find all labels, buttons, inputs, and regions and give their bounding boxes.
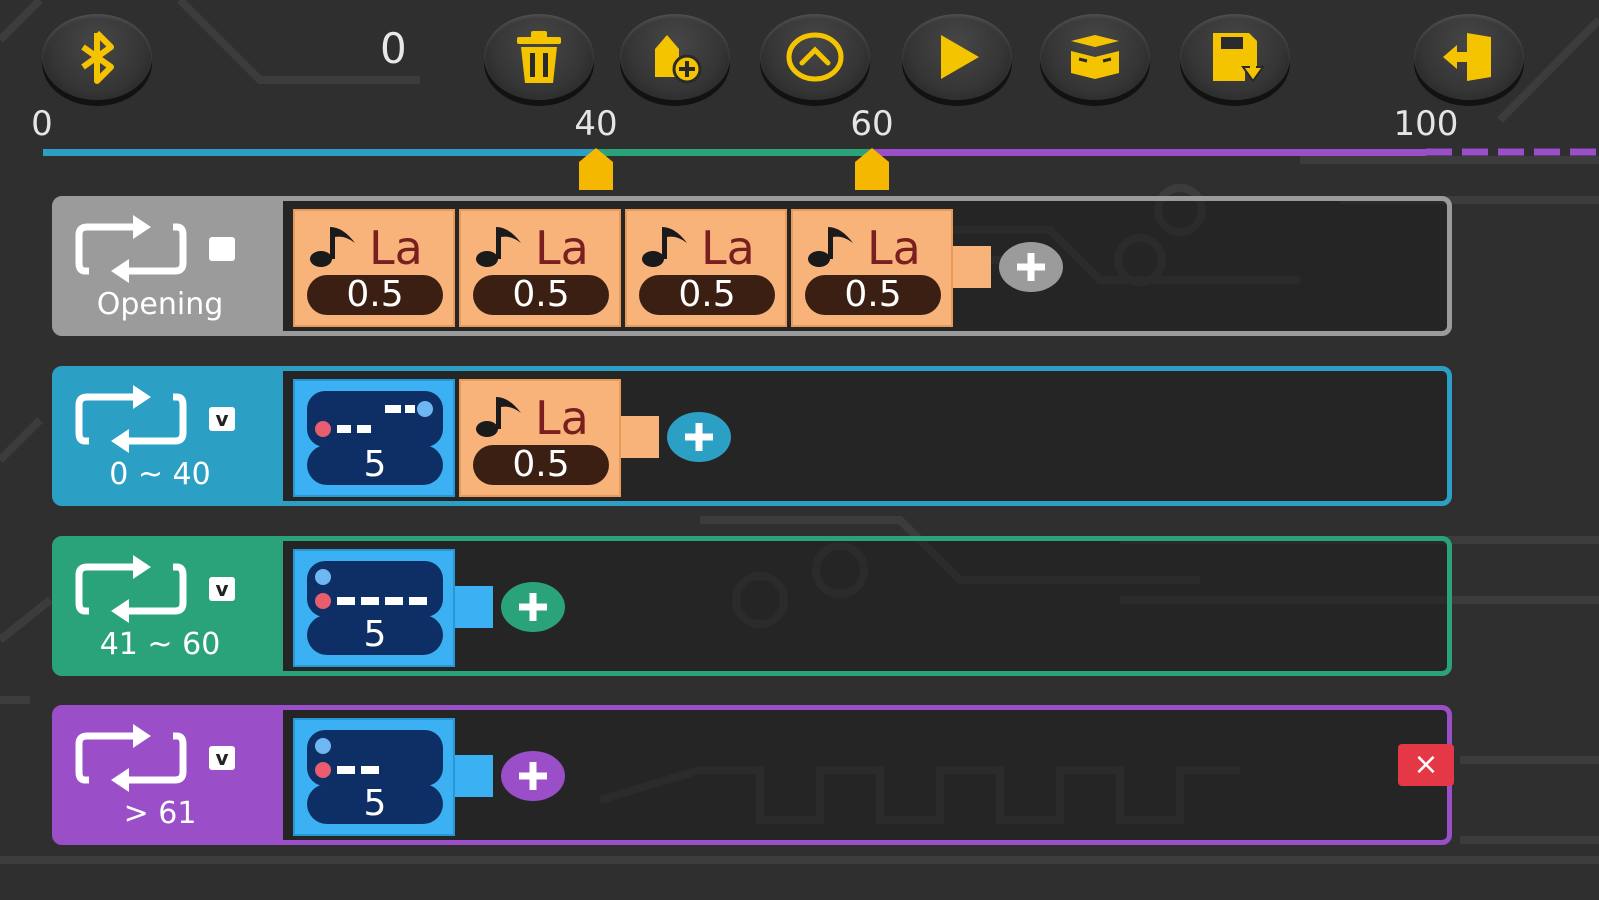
plus-icon (519, 593, 547, 621)
light-block[interactable]: 5 (293, 718, 455, 836)
add-block-button[interactable] (667, 412, 731, 462)
note-block[interactable]: La 0.5 (791, 209, 953, 327)
play-button[interactable] (902, 14, 1012, 100)
music-note-icon (808, 227, 853, 267)
row-range-over-61: v > 61 5 (52, 705, 1452, 845)
row-body: La 0.5 La 0.5 La 0.5 La 0.5 (285, 206, 1442, 327)
light-pattern-icon (315, 738, 379, 778)
row-checkbox[interactable]: v (209, 407, 235, 431)
note-name: La (369, 221, 423, 275)
block-connector (455, 755, 493, 797)
plus-icon (685, 423, 713, 451)
row-checkbox[interactable]: v (209, 746, 235, 770)
range-handle-40[interactable] (579, 148, 613, 192)
plus-icon (519, 762, 547, 790)
note-duration[interactable]: 0.5 (473, 275, 609, 315)
loop-icon (75, 724, 187, 792)
light-pattern-icon (315, 569, 427, 609)
row-opening: Opening La 0.5 La 0.5 La 0.5 La 0.5 (52, 196, 1452, 336)
row-checkbox[interactable]: v (209, 577, 235, 601)
bluetooth-button[interactable] (42, 14, 152, 100)
light-pattern-display (307, 561, 443, 617)
open-button[interactable] (1040, 14, 1150, 100)
row-body: 5 La 0.5 (285, 376, 1442, 497)
row-head-opening[interactable]: Opening (57, 201, 283, 331)
range-tick-60: 60 (850, 104, 894, 144)
note-duration[interactable]: 0.5 (639, 275, 775, 315)
music-note-icon (476, 227, 521, 267)
range-bar-segment-3 (872, 149, 1426, 156)
music-note-icon (642, 227, 687, 267)
row-head-0-40[interactable]: v 0 ~ 40 (57, 371, 283, 501)
row-label: Opening (96, 287, 224, 322)
range-handle-60[interactable] (855, 148, 889, 192)
loop-icon (75, 385, 187, 453)
block-connector (953, 246, 991, 288)
light-block[interactable]: 5 (293, 379, 455, 497)
range-tick-0: 0 (31, 104, 53, 144)
light-duration[interactable]: 5 (307, 784, 443, 824)
block-connector (621, 416, 659, 458)
save-icon (1213, 33, 1265, 83)
row-head-41-60[interactable]: v 41 ~ 60 (57, 541, 283, 671)
note-duration[interactable]: 0.5 (307, 275, 443, 315)
music-note-icon (310, 227, 355, 267)
delete-row-button[interactable]: × (1398, 744, 1454, 786)
save-button[interactable] (1180, 14, 1290, 100)
add-row-button[interactable] (620, 14, 730, 100)
note-name: La (867, 221, 921, 275)
collapse-up-icon (786, 32, 844, 82)
light-duration[interactable]: 5 (307, 445, 443, 485)
range-bar-segment-2 (596, 149, 872, 156)
exit-button[interactable] (1414, 14, 1524, 100)
note-name: La (535, 391, 589, 445)
light-pattern-display (307, 730, 443, 786)
play-icon (941, 35, 979, 79)
row-label: > 61 (123, 796, 197, 831)
note-block[interactable]: La 0.5 (459, 209, 621, 327)
row-label: 41 ~ 60 (99, 627, 221, 662)
add-block-button[interactable] (501, 751, 565, 801)
trash-icon (517, 31, 561, 83)
bluetooth-icon (81, 30, 114, 84)
row-body: 5 (285, 546, 1442, 667)
range-bar-segment-1 (43, 149, 596, 156)
range-tick-40: 40 (574, 104, 618, 144)
range-bar-overflow (1426, 148, 1599, 156)
row-label: 0 ~ 40 (109, 457, 211, 492)
note-name: La (535, 221, 589, 275)
block-connector (455, 586, 493, 628)
row-head-over-61[interactable]: v > 61 (57, 710, 283, 840)
counter-value: 0 (380, 24, 407, 73)
plus-icon (1017, 253, 1045, 281)
light-pattern-icon (315, 401, 433, 437)
loop-icon (75, 555, 187, 623)
note-block[interactable]: La 0.5 (293, 209, 455, 327)
note-duration[interactable]: 0.5 (473, 445, 609, 485)
note-block[interactable]: La 0.5 (625, 209, 787, 327)
light-pattern-display (307, 391, 443, 447)
add-block-button[interactable] (501, 582, 565, 632)
light-block[interactable]: 5 (293, 549, 455, 667)
row-body: 5 (285, 715, 1442, 836)
note-name: La (701, 221, 755, 275)
exit-icon (1443, 33, 1491, 81)
range-tick-100: 100 (1393, 104, 1459, 144)
add-block-button[interactable] (999, 242, 1063, 292)
delete-button[interactable] (484, 14, 594, 100)
light-duration[interactable]: 5 (307, 615, 443, 655)
row-checkbox[interactable] (209, 237, 235, 261)
note-block[interactable]: La 0.5 (459, 379, 621, 497)
row-range-0-40: v 0 ~ 40 5 La 0.5 (52, 366, 1452, 506)
open-box-icon (1071, 35, 1119, 79)
music-note-icon (476, 397, 521, 437)
loop-icon (75, 215, 187, 283)
add-row-icon (655, 35, 702, 84)
note-duration[interactable]: 0.5 (805, 275, 941, 315)
collapse-button[interactable] (760, 14, 870, 100)
row-range-41-60: v 41 ~ 60 5 (52, 536, 1452, 676)
